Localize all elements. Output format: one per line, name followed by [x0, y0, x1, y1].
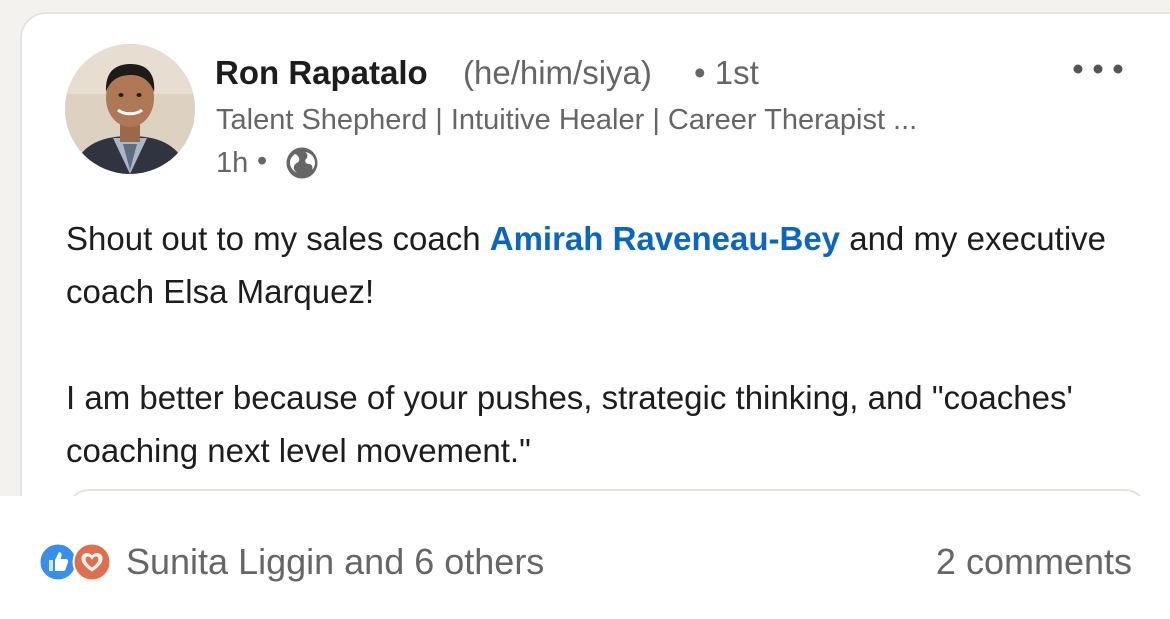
meta-separator: •: [257, 145, 268, 177]
post-paragraph-2: I am better because of your pushes, stra…: [66, 379, 1073, 469]
author-pronouns: (he/him/siya): [463, 54, 652, 91]
post-card: Ron Rapatalo (he/him/siya) • 1st Talent …: [20, 12, 1170, 519]
mention-link[interactable]: Amirah Raveneau-Bey: [490, 220, 840, 257]
post-time: 1h: [216, 147, 249, 179]
more-horizontal-icon: [1073, 64, 1123, 74]
post-body: Shout out to my sales coach Amirah Raven…: [66, 212, 1146, 477]
reactors-text: Sunita Liggin and 6 others: [126, 541, 545, 582]
author-name[interactable]: Ron Rapatalo: [215, 54, 428, 92]
globe-icon: [285, 146, 319, 180]
more-options-button[interactable]: [1068, 54, 1128, 84]
paragraph-1-start: Shout out to my sales coach: [66, 220, 490, 257]
reactions-summary[interactable]: Sunita Liggin and 6 others: [38, 540, 544, 584]
avatar-photo: [65, 44, 195, 174]
author-headline[interactable]: Talent Shepherd | Intuitive Healer | Car…: [216, 104, 917, 137]
post-paragraph-1: Shout out to my sales coach Amirah Raven…: [66, 212, 1146, 318]
love-icon: [72, 542, 112, 582]
comments-count-link[interactable]: 2 comments: [936, 541, 1132, 583]
connection-degree: • 1st: [694, 54, 759, 91]
social-counts-bar: Sunita Liggin and 6 others 2 comments: [0, 496, 1170, 619]
author-avatar[interactable]: [65, 44, 195, 174]
